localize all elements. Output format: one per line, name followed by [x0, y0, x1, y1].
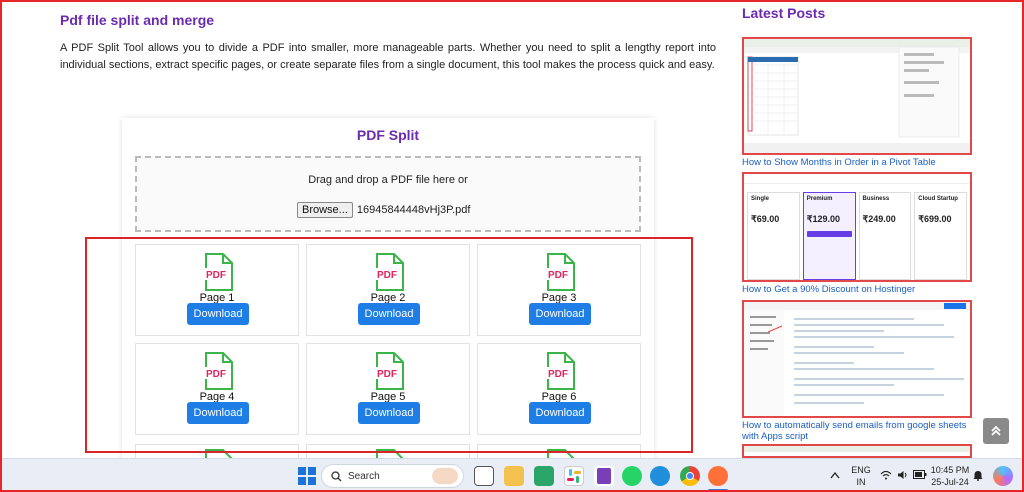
language-bottom[interactable]: IN	[850, 477, 872, 487]
wifi-icon[interactable]	[880, 470, 892, 480]
taskbar-search-text: Search	[348, 471, 380, 482]
download-button[interactable]: Download	[187, 402, 249, 424]
taskbar-search[interactable]: Search	[321, 464, 464, 488]
post-item[interactable]: How to Show Months in Order in a Pivot T…	[742, 37, 972, 168]
download-button[interactable]: Download	[529, 303, 591, 325]
pdf-file-icon: PDF	[203, 253, 233, 291]
post-title[interactable]: How to Show Months in Order in a Pivot T…	[742, 157, 972, 168]
page-card: PDF Page 5 Download	[306, 343, 470, 435]
pdf-icon-text: PDF	[377, 369, 397, 380]
article: Pdf file split and merge A PDF Split Too…	[60, 8, 716, 74]
post-thumbnail[interactable]	[742, 37, 972, 155]
plan-card: Single ₹69.00	[747, 192, 800, 280]
selected-file-name: 16945844448vHj3P.pdf	[356, 204, 471, 216]
meet-app-icon[interactable]	[534, 466, 554, 486]
edge-icon[interactable]	[650, 466, 670, 486]
plan-name: Single	[751, 196, 770, 202]
volume-icon[interactable]	[897, 470, 909, 480]
page-card: PDF Page 2 Download	[306, 244, 470, 336]
pdf-icon-text: PDF	[206, 369, 226, 380]
windows-start-icon[interactable]	[298, 467, 316, 485]
drop-zone-text: Drag and drop a PDF file here or	[308, 174, 468, 186]
plan-price: ₹129.00	[806, 214, 841, 224]
post-thumbnail[interactable]: Single ₹69.00 Premium ₹129.00 Business ₹…	[742, 172, 972, 282]
pdf-file-icon: PDF	[545, 253, 575, 291]
plan-name: Business	[862, 196, 890, 202]
page-card: PDF Page 1 Download	[135, 244, 299, 336]
post-title[interactable]: How to Get a 90% Discount on Hostinger	[742, 284, 972, 295]
file-input-row: Browse... 16945844448vHj3P.pdf	[297, 202, 470, 218]
plan-card: Cloud Startup ₹699.00	[914, 192, 967, 280]
slack-icon[interactable]	[564, 466, 584, 486]
onenote-icon[interactable]	[594, 466, 614, 486]
copilot-icon[interactable]	[993, 466, 1013, 486]
search-highlight-icon	[432, 468, 458, 484]
chrome-icon[interactable]	[680, 466, 700, 486]
pdf-icon-text: PDF	[377, 270, 397, 281]
firefox-icon[interactable]	[708, 466, 728, 486]
plan-name: Cloud Startup	[918, 196, 958, 202]
pdf-file-icon: PDF	[374, 253, 404, 291]
page-grid: PDF Page 1 Download PDF Page 2 Download …	[135, 244, 641, 435]
plan-price: ₹249.00	[862, 214, 896, 224]
pdf-file-icon: PDF	[374, 352, 404, 390]
sidebar: Latest Posts How to Show Months in Order…	[742, 2, 972, 458]
post-thumbnail[interactable]	[742, 444, 972, 458]
latest-posts-title: Latest Posts	[742, 5, 826, 21]
clock-date[interactable]: 25-Jul-24	[930, 477, 970, 487]
post-item[interactable]	[742, 444, 972, 458]
plan-card: Business ₹249.00	[858, 192, 912, 280]
article-title: Pdf file split and merge	[60, 12, 215, 28]
pdf-file-icon: PDF	[203, 352, 233, 390]
pdf-icon-text: PDF	[548, 270, 568, 281]
download-button[interactable]: Download	[358, 303, 420, 325]
scroll-to-top-button[interactable]	[983, 418, 1009, 444]
apps-script-thumbnail-image	[744, 302, 970, 416]
chevron-up-icon[interactable]	[830, 471, 840, 479]
plan-card: Premium ₹129.00	[802, 192, 856, 280]
page-card: PDF Page 3 Download	[477, 244, 641, 336]
post-item[interactable]: Single ₹69.00 Premium ₹129.00 Business ₹…	[742, 172, 972, 295]
hosting-plans: Single ₹69.00 Premium ₹129.00 Business ₹…	[744, 184, 970, 280]
page-card: PDF Page 6 Download	[477, 343, 641, 435]
plan-name: Premium	[806, 196, 833, 202]
pdf-icon-text: PDF	[548, 369, 568, 380]
task-view-icon[interactable]	[474, 466, 494, 486]
browse-button[interactable]: Browse...	[297, 202, 353, 218]
battery-icon[interactable]	[913, 470, 927, 479]
post-item[interactable]: How to automatically send emails from go…	[742, 300, 972, 442]
download-button[interactable]: Download	[187, 303, 249, 325]
plan-price: ₹699.00	[918, 214, 952, 224]
spreadsheet-thumbnail-image	[744, 39, 970, 153]
whatsapp-icon[interactable]	[622, 466, 642, 486]
tool-title: PDF Split	[356, 127, 420, 143]
hosting-header	[744, 174, 970, 184]
download-button[interactable]: Download	[358, 402, 420, 424]
page-card: PDF Page 4 Download	[135, 343, 299, 435]
notification-bell-icon[interactable]	[973, 470, 983, 481]
pdf-file-icon: PDF	[545, 352, 575, 390]
plan-price: ₹69.00	[751, 214, 780, 224]
search-icon	[331, 471, 342, 482]
file-explorer-icon[interactable]	[504, 466, 524, 486]
pdf-icon-text: PDF	[206, 270, 226, 281]
post-title[interactable]: How to automatically send emails from go…	[742, 420, 972, 442]
taskbar: Search ENG IN 10:45 PM 25-Jul-24	[0, 458, 1024, 492]
post-thumbnail[interactable]	[742, 300, 972, 418]
download-button[interactable]: Download	[529, 402, 591, 424]
clock-time[interactable]: 10:45 PM	[930, 465, 970, 475]
double-chevron-up-icon	[991, 425, 1001, 436]
language-top[interactable]: ENG	[850, 465, 872, 475]
pdf-split-tool: PDF Split Drag and drop a PDF file here …	[122, 118, 654, 464]
drop-zone[interactable]: Drag and drop a PDF file here or Browse.…	[135, 156, 641, 232]
article-paragraph: A PDF Split Tool allows you to divide a …	[60, 42, 716, 71]
